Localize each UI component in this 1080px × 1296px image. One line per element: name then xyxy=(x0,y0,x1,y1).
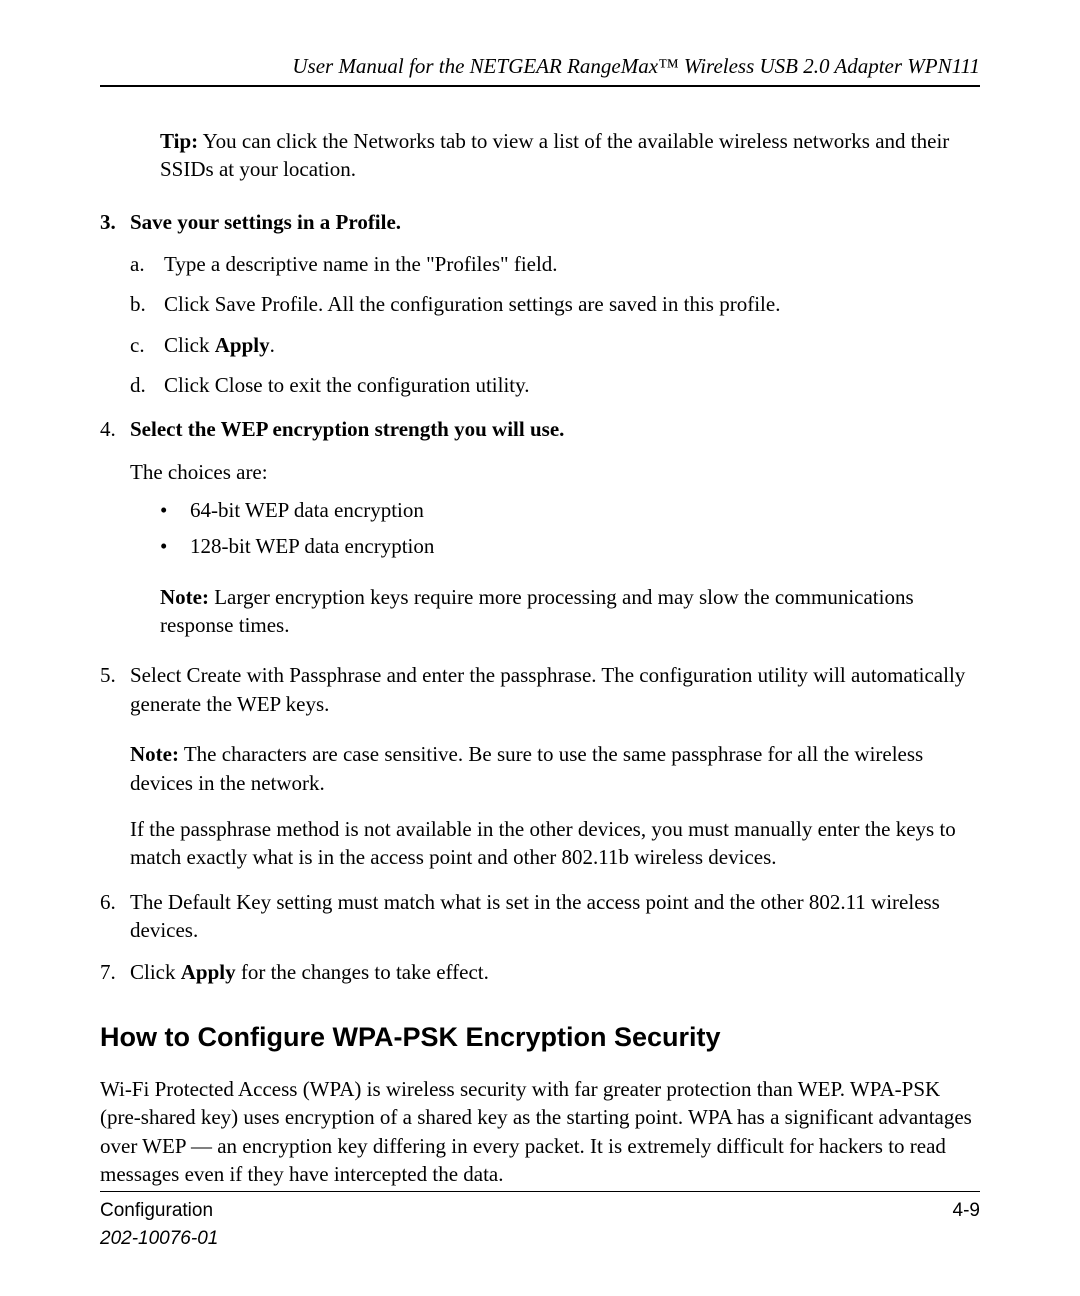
step-5-text: Select Create with Passphrase and enter … xyxy=(130,661,980,718)
step-4-intro: The choices are: xyxy=(130,458,980,486)
step-4-heading: 4.Select the WEP encryption strength you… xyxy=(100,415,980,443)
section-heading-wpa: How to Configure WPA-PSK Encryption Secu… xyxy=(100,1019,980,1055)
footer-doc-number: 202-10076-01 xyxy=(100,1228,980,1250)
step-6-text: The Default Key setting must match what … xyxy=(130,888,980,945)
step-4-bullets: • 64-bit WEP data encryption • 128-bit W… xyxy=(160,496,980,561)
step-3a-marker: a. xyxy=(130,250,164,278)
footer-row: Configuration 4-9 xyxy=(100,1200,980,1222)
bullet-64bit: • 64-bit WEP data encryption xyxy=(160,496,980,524)
tip-block: Tip: You can click the Networks tab to v… xyxy=(160,127,980,184)
step-4-number: 4. xyxy=(100,415,130,443)
step-3-number: 3. xyxy=(100,208,130,236)
step-4-note-label: Note: xyxy=(160,585,209,609)
step-6-number: 6. xyxy=(100,888,130,945)
step-3c-text: Click Apply. xyxy=(164,331,980,359)
step-7-text: Click Apply for the changes to take effe… xyxy=(130,958,980,986)
step-3b-text: Click Save Profile. All the configuratio… xyxy=(164,290,980,318)
step-3c-suffix: . xyxy=(270,333,275,357)
step-5-extra: If the passphrase method is not availabl… xyxy=(130,815,980,872)
step-7-number: 7. xyxy=(100,958,130,986)
page: User Manual for the NETGEAR RangeMax™ Wi… xyxy=(0,0,1080,1296)
step-3c-bold: Apply xyxy=(215,333,270,357)
step-3d: d. Click Close to exit the configuration… xyxy=(130,371,980,399)
page-footer: Configuration 4-9 202-10076-01 xyxy=(100,1191,980,1250)
step-7: 7. Click Apply for the changes to take e… xyxy=(100,958,980,986)
step-3d-text: Click Close to exit the configuration ut… xyxy=(164,371,980,399)
step-4-title: Select the WEP encryption strength you w… xyxy=(130,417,564,441)
step-7-bold: Apply xyxy=(181,960,236,984)
step-3c: c. Click Apply. xyxy=(130,331,980,359)
step-6: 6. The Default Key setting must match wh… xyxy=(100,888,980,945)
tip-label: Tip: xyxy=(160,129,198,153)
step-5-note-label: Note: xyxy=(130,742,179,766)
step-5-note: Note: The characters are case sensitive.… xyxy=(130,740,980,797)
step-3b: b. Click Save Profile. All the configura… xyxy=(130,290,980,318)
step-5: 5. Select Create with Passphrase and ent… xyxy=(100,661,980,718)
bullet-128bit: • 128-bit WEP data encryption xyxy=(160,532,980,560)
step-3-heading: 3.Save your settings in a Profile. xyxy=(100,208,980,236)
step-7-prefix: Click xyxy=(130,960,181,984)
step-3c-prefix: Click xyxy=(164,333,215,357)
step-3b-marker: b. xyxy=(130,290,164,318)
step-5-note-text: The characters are case sensitive. Be su… xyxy=(130,742,923,794)
step-4-note: Note: Larger encryption keys require mor… xyxy=(160,583,980,640)
bullet-64bit-text: 64-bit WEP data encryption xyxy=(190,496,424,524)
section-paragraph: Wi-Fi Protected Access (WPA) is wireless… xyxy=(100,1075,980,1188)
step-4-note-text: Larger encryption keys require more proc… xyxy=(160,585,914,637)
step-5-number: 5. xyxy=(100,661,130,718)
step-3-sublist: a. Type a descriptive name in the "Profi… xyxy=(130,250,980,399)
footer-section-name: Configuration xyxy=(100,1200,213,1222)
step-3d-marker: d. xyxy=(130,371,164,399)
step-3-title: Save your settings in a Profile. xyxy=(130,210,401,234)
content-area: Tip: You can click the Networks tab to v… xyxy=(100,127,980,1188)
step-3a: a. Type a descriptive name in the "Profi… xyxy=(130,250,980,278)
bullet-128bit-text: 128-bit WEP data encryption xyxy=(190,532,434,560)
tip-text: You can click the Networks tab to view a… xyxy=(160,129,949,181)
step-3c-marker: c. xyxy=(130,331,164,359)
page-header-title: User Manual for the NETGEAR RangeMax™ Wi… xyxy=(100,54,980,87)
footer-page-number: 4-9 xyxy=(953,1200,980,1222)
bullet-marker-icon: • xyxy=(160,496,190,524)
step-3a-text: Type a descriptive name in the "Profiles… xyxy=(164,250,980,278)
bullet-marker-icon: • xyxy=(160,532,190,560)
step-7-suffix: for the changes to take effect. xyxy=(236,960,489,984)
